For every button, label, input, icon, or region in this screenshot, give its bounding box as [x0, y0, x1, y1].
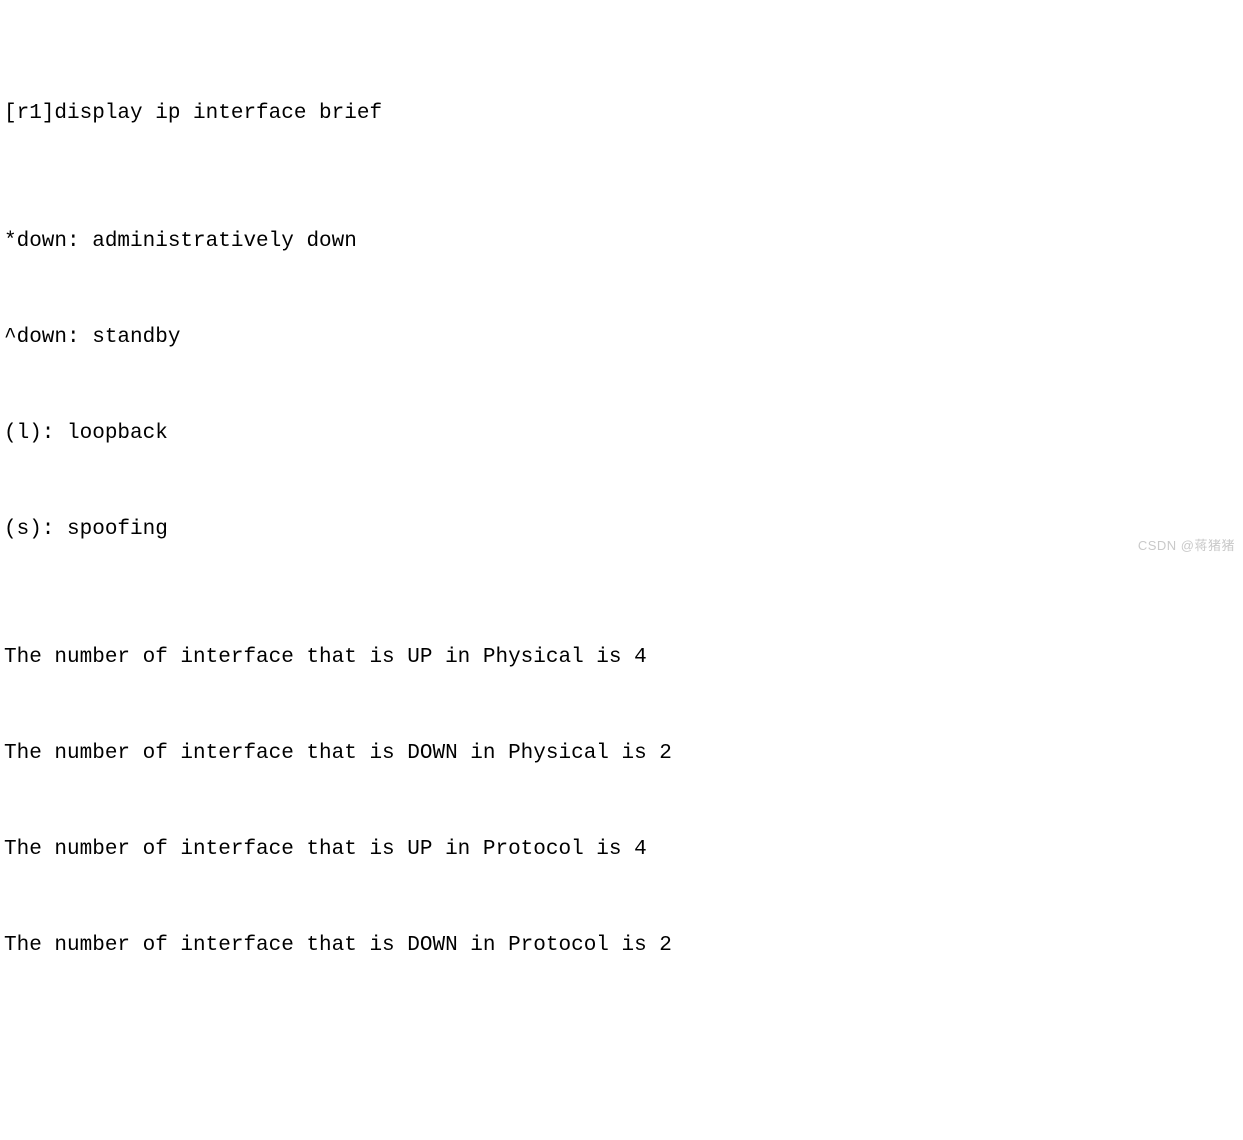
- legend-line-loopback: (l): loopback: [4, 422, 168, 445]
- legend-line-admin-down: *down: administratively down: [4, 230, 357, 253]
- legend-line-spoofing: (s): spoofing: [4, 518, 168, 541]
- summary-line-physical-down: The number of interface that is DOWN in …: [4, 742, 672, 765]
- summary-line-protocol-up: The number of interface that is UP in Pr…: [4, 838, 647, 861]
- watermark: CSDN @蒋猪猪: [1137, 538, 1235, 553]
- terminal-output[interactable]: [r1]display ip interface brief *down: ad…: [0, 0, 1243, 957]
- command-line: [r1]display ip interface brief: [4, 102, 383, 125]
- blank-separator-line: [4, 1058, 1243, 1090]
- summary-line-physical-up: The number of interface that is UP in Ph…: [4, 646, 647, 669]
- legend-line-standby: ^down: standby: [4, 326, 181, 349]
- summary-line-protocol-down: The number of interface that is DOWN in …: [4, 934, 672, 957]
